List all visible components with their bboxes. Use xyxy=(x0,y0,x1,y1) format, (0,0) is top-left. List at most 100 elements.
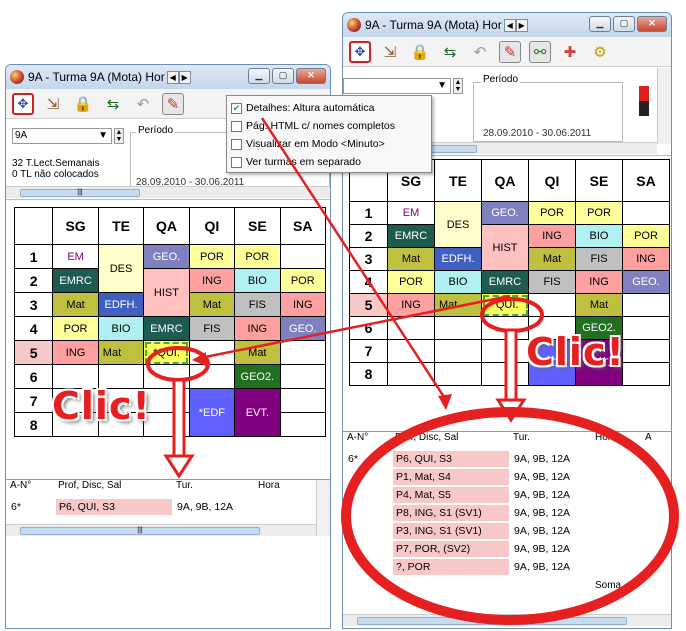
move-icon[interactable]: ✥ xyxy=(349,40,371,63)
scroll-thumb[interactable]: ||| xyxy=(20,527,260,535)
puzzle-icon[interactable]: ✚ xyxy=(559,41,581,63)
lesson-cell[interactable]: FIS xyxy=(528,270,576,294)
lesson-cell[interactable]: EVT. xyxy=(234,388,281,437)
col-header[interactable]: Hora xyxy=(595,432,617,443)
lesson-cell[interactable]: ING xyxy=(622,247,670,271)
col-header[interactable]: A-N° xyxy=(347,432,368,443)
lesson-cell[interactable]: POR xyxy=(387,270,435,294)
lesson-cell[interactable]: FIS xyxy=(234,292,281,317)
menu-item-minute-mode[interactable]: Visualizar em Modo <Minuto> xyxy=(231,136,385,152)
empty-cell[interactable] xyxy=(188,340,236,365)
lesson-cell[interactable]: BIO xyxy=(234,268,281,293)
empty-cell[interactable] xyxy=(434,339,482,363)
swap-icon[interactable]: ⇆ xyxy=(439,41,461,63)
lesson-cell[interactable]: EM xyxy=(387,201,435,225)
list-row[interactable]: P3, ING, S1 (SV1) 9A, 9B, 12A xyxy=(343,522,671,540)
lesson-cell[interactable]: GEO2. xyxy=(234,364,281,389)
maximize-button[interactable]: ▢ xyxy=(272,68,294,84)
list-row[interactable]: 6* P6, QUI, S3 9A, 9B, 12A xyxy=(343,450,671,468)
list-hscroll[interactable]: ||| xyxy=(343,614,671,626)
list-row[interactable]: ?, POR 9A, 9B, 12A xyxy=(343,558,671,576)
selected-lesson-cell[interactable]: *QUI. xyxy=(481,293,529,317)
lesson-cell[interactable]: EMRC xyxy=(387,224,435,248)
lesson-cell[interactable]: ING xyxy=(52,340,99,365)
col-header[interactable]: Tur. xyxy=(176,480,193,491)
undo-icon[interactable]: ↶ xyxy=(132,93,154,115)
empty-cell[interactable] xyxy=(387,316,435,340)
lesson-cell[interactable]: Mat xyxy=(97,340,145,365)
lesson-cell[interactable]: EM xyxy=(52,244,99,269)
empty-cell[interactable] xyxy=(528,293,576,317)
empty-cell[interactable] xyxy=(387,339,435,363)
lesson-cell[interactable]: ING xyxy=(528,224,576,248)
lesson-cell[interactable]: GEO. xyxy=(279,316,327,341)
empty-cell[interactable] xyxy=(481,362,529,386)
lock-icon[interactable]: 🔒 xyxy=(409,41,431,63)
minimize-button[interactable]: ▁ xyxy=(248,68,270,84)
col-header[interactable]: A-N° xyxy=(10,480,31,491)
lesson-cell[interactable]: EMRC xyxy=(481,270,529,294)
next-tab-icon[interactable]: ▶ xyxy=(178,70,191,84)
list-row[interactable]: P1, Mat, S4 9A, 9B, 12A xyxy=(343,468,671,486)
col-header[interactable]: Prof, Disc, Sal xyxy=(58,480,121,491)
lesson-cell[interactable]: POR xyxy=(575,201,623,225)
lesson-cell[interactable]: Mat xyxy=(575,293,623,317)
lesson-cell[interactable]: ING xyxy=(387,293,435,317)
empty-cell[interactable] xyxy=(279,244,327,269)
maximize-button[interactable]: ▢ xyxy=(613,16,635,32)
empty-cell[interactable] xyxy=(622,293,670,317)
lesson-cell[interactable]: *EDF xyxy=(188,388,236,437)
lesson-cell[interactable]: FIS xyxy=(575,247,623,271)
lesson-cell[interactable]: Mat xyxy=(188,292,236,317)
info-scrollbar[interactable]: ||| xyxy=(6,186,330,198)
col-header[interactable]: Tur. xyxy=(513,432,530,443)
menu-item-auto-height[interactable]: ✔ Detalhes: Altura automática xyxy=(231,100,374,116)
lesson-cell[interactable]: EMRC xyxy=(143,316,190,341)
lesson-cell[interactable]: ING xyxy=(279,292,327,317)
lesson-cell[interactable]: POR xyxy=(52,316,99,341)
empty-cell[interactable] xyxy=(279,364,327,389)
settings-brush-icon[interactable]: ✎ xyxy=(499,40,521,63)
next-tab-icon[interactable]: ▶ xyxy=(515,18,528,32)
class-select[interactable]: ▼ xyxy=(343,78,451,94)
lesson-cell[interactable]: POR xyxy=(528,201,576,225)
lock-icon[interactable]: 🔒 xyxy=(72,93,94,115)
lesson-cell[interactable]: Mat xyxy=(387,247,435,271)
lesson-cell[interactable]: GEO. xyxy=(143,244,190,269)
empty-cell[interactable] xyxy=(434,362,482,386)
empty-cell[interactable] xyxy=(622,362,670,386)
empty-cell[interactable] xyxy=(188,364,236,389)
close-button[interactable]: ✕ xyxy=(637,16,667,32)
lesson-cell[interactable]: DES xyxy=(97,244,145,293)
list-hscroll[interactable]: ||| xyxy=(6,524,316,536)
checkbox-icon[interactable] xyxy=(231,120,242,132)
empty-cell[interactable] xyxy=(279,340,327,365)
lesson-cell[interactable]: ING xyxy=(188,268,236,293)
lesson-cell[interactable]: HIST xyxy=(481,224,529,271)
undo-icon[interactable]: ↶ xyxy=(469,41,491,63)
lesson-cell[interactable]: Mat xyxy=(52,292,99,317)
lesson-cell[interactable]: Mat xyxy=(234,340,281,365)
scroll-thumb[interactable]: ||| xyxy=(357,617,627,625)
lesson-cell[interactable]: FIS xyxy=(188,316,236,341)
move-icon[interactable]: ✥ xyxy=(12,92,34,115)
menu-item-html-full-names[interactable]: Pág. HTML c/ nomes completos xyxy=(231,118,395,134)
empty-cell[interactable] xyxy=(279,412,327,437)
list-row[interactable]: P7, POR, (SV2) 9A, 9B, 12A xyxy=(343,540,671,558)
checkbox-checked-icon[interactable]: ✔ xyxy=(231,102,242,114)
lesson-cell[interactable]: GEO. xyxy=(481,201,529,225)
empty-cell[interactable] xyxy=(481,316,529,340)
lesson-cell[interactable]: ING xyxy=(234,316,281,341)
col-header[interactable]: A xyxy=(645,432,652,443)
lesson-cell[interactable]: EDFH. xyxy=(97,292,145,317)
col-header[interactable]: Hora xyxy=(258,480,280,491)
close-button[interactable]: ✕ xyxy=(296,68,326,84)
empty-cell[interactable] xyxy=(481,339,529,363)
lesson-cell[interactable]: POR xyxy=(234,244,281,269)
lesson-cell[interactable]: ING xyxy=(575,270,623,294)
empty-cell[interactable] xyxy=(622,339,670,363)
empty-cell[interactable] xyxy=(622,316,670,340)
lesson-cell[interactable]: POR xyxy=(622,224,670,248)
class-spinner[interactable]: ▲ ▼ xyxy=(114,128,124,144)
list-row[interactable]: P8, ING, S1 (SV1) 9A, 9B, 12A xyxy=(343,504,671,522)
